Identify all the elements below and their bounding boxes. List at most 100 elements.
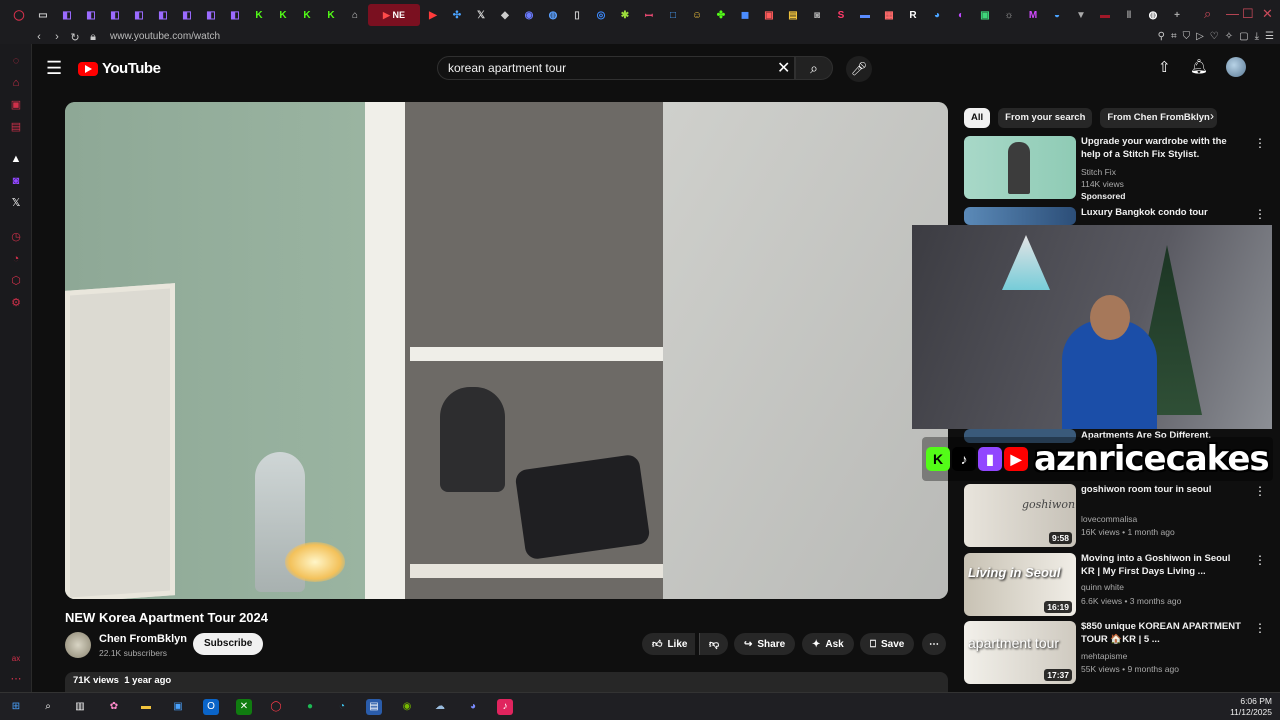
tab-favicon[interactable]: ◙ [806, 4, 828, 26]
tab-favicon[interactable]: ◧ [56, 4, 78, 26]
tab-favicon[interactable]: ◍ [1142, 4, 1164, 26]
tab-favicon[interactable]: ▭ [32, 4, 54, 26]
x-icon[interactable]: 𝕏 [470, 4, 492, 26]
like-button[interactable]: 👍︎ Like [642, 633, 696, 655]
tab-favicon[interactable]: ▣ [974, 4, 996, 26]
sidebar-icon[interactable]: ax [9, 652, 23, 666]
video-thumbnail[interactable] [964, 136, 1076, 199]
tab-favicon[interactable]: ✱ [614, 4, 636, 26]
sidebar-icon[interactable]: ▲ [9, 152, 23, 166]
reload-icon[interactable]: ↻ [66, 31, 84, 44]
tab-favicon[interactable]: ◧ [200, 4, 222, 26]
tab-favicon[interactable]: ◐ [950, 4, 972, 26]
more-vertical-icon[interactable]: ⋮ [1254, 553, 1266, 567]
tab-favicon[interactable]: ◧ [152, 4, 174, 26]
save-button[interactable]: ⎕ Save [860, 633, 915, 655]
ask-button[interactable]: ✦ Ask [802, 633, 854, 655]
tab-favicon[interactable]: ✤ [710, 4, 732, 26]
close-window-icon[interactable]: ✕ [1262, 6, 1273, 22]
tab-favicon[interactable]: M [1022, 4, 1044, 26]
extensions-icon[interactable]: ✧ [1225, 30, 1233, 44]
maximize-icon[interactable]: ☐ [1242, 6, 1254, 22]
youtube-logo[interactable]: YouTube [78, 60, 161, 77]
tab-favicon[interactable]: K [248, 4, 270, 26]
copilot-icon[interactable]: ✿ [106, 699, 122, 715]
list-item[interactable]: apartment tour 17:37 $850 unique KOREAN … [964, 621, 1266, 685]
back-icon[interactable]: ‹ [30, 31, 48, 43]
more-vertical-icon[interactable]: ⋮ [1254, 484, 1266, 498]
chip-from-search[interactable]: From your search [998, 108, 1093, 128]
pin-icon[interactable]: ⚲ [1158, 30, 1165, 44]
x-icon[interactable]: 𝕏 [9, 196, 23, 210]
tab-favicon[interactable]: ◧ [104, 4, 126, 26]
account-avatar[interactable] [1226, 57, 1246, 77]
discord-icon[interactable]: ◕ [465, 699, 481, 715]
tab-favicon[interactable]: ◧ [224, 4, 246, 26]
windows-start-icon[interactable]: ⊞ [8, 699, 24, 715]
list-item[interactable]: Living in Seoul 16:19 Moving into a Gosh… [964, 553, 1266, 617]
settings-icon[interactable]: ⚙ [9, 296, 23, 310]
app-icon[interactable]: ☁ [432, 699, 448, 715]
tab-favicon[interactable]: ✣ [446, 4, 468, 26]
menu-icon[interactable]: ☰ [1265, 30, 1274, 44]
tab-favicon[interactable]: ▯ [566, 4, 588, 26]
more-vertical-icon[interactable]: ⋮ [1254, 207, 1266, 221]
tab-favicon[interactable]: ◕ [926, 4, 948, 26]
play-icon[interactable]: ▷ [1196, 30, 1204, 44]
sidebar-icon[interactable]: ◷ [9, 230, 23, 244]
tab-favicon[interactable]: ◧ [176, 4, 198, 26]
tab-favicon[interactable]: K [272, 4, 294, 26]
outlook-icon[interactable]: O [203, 699, 219, 715]
url-field[interactable]: www.youtube.com/watch [110, 30, 220, 44]
edge-icon[interactable]: ◔ [334, 699, 350, 715]
tab-favicon[interactable]: ▣ [758, 4, 780, 26]
store-icon[interactable]: ▣ [170, 699, 186, 715]
chevron-right-icon[interactable]: › [1210, 109, 1214, 123]
sidebar-icon[interactable]: ⌂ [9, 76, 23, 90]
app-icon[interactable]: ▤ [366, 699, 382, 715]
description-box[interactable]: 71K views 1 year ago [65, 672, 948, 692]
tab-favicon[interactable]: ▬ [854, 4, 876, 26]
more-actions-button[interactable]: ⋯ [922, 633, 946, 655]
video-thumbnail[interactable] [964, 207, 1076, 225]
opera-icon[interactable]: ◯ [268, 699, 284, 715]
tab-favicon[interactable]: ◒ [1046, 4, 1068, 26]
sidebar-icon[interactable]: ◌ [9, 54, 23, 68]
task-view-icon[interactable]: ▥ [72, 699, 88, 715]
tab-favicon[interactable]: ◧ [128, 4, 150, 26]
tab-favicon[interactable]: □ [662, 4, 684, 26]
tab-favicon[interactable]: S [830, 4, 852, 26]
opera-menu-icon[interactable]: ◯ [8, 4, 30, 26]
video-title[interactable]: Moving into a Goshiwon in Seoul KR | My … [1081, 553, 1241, 578]
search-tabs-icon[interactable]: ⌕ [1204, 6, 1211, 22]
tab-favicon[interactable]: ◧ [80, 4, 102, 26]
sidebar-icon[interactable]: ▣ [9, 98, 23, 112]
video-title[interactable]: Luxury Bangkok condo tour [1081, 207, 1241, 220]
tab-favicon[interactable]: ◎ [590, 4, 612, 26]
list-item[interactable]: Upgrade your wardrobe with the help of a… [964, 136, 1266, 201]
tab-favicon[interactable]: ◆ [494, 4, 516, 26]
notifications-bell-icon[interactable]: 🔔︎ [1190, 58, 1208, 75]
sidebar-icon[interactable]: ▤ [9, 120, 23, 134]
xbox-icon[interactable]: ✕ [236, 699, 252, 715]
video-thumbnail[interactable]: goshiwon 9:58 [964, 484, 1076, 547]
upload-icon[interactable]: ⇧ [1158, 58, 1171, 76]
tab-favicon[interactable]: ⌂ [344, 4, 366, 26]
history-icon[interactable]: ◔ [9, 252, 23, 266]
search-button[interactable]: ⌕ [795, 56, 833, 80]
tab-favicon[interactable]: K [320, 4, 342, 26]
tab-favicon[interactable]: ☺ [686, 4, 708, 26]
tab-favicon[interactable]: ꟷ [638, 4, 660, 26]
tiktok-icon[interactable]: ♪ [497, 699, 513, 715]
tab-favicon[interactable]: ▬ [1094, 4, 1116, 26]
video-player[interactable] [65, 102, 948, 599]
share-button[interactable]: ↪ Share [734, 633, 796, 655]
video-title[interactable]: Upgrade your wardrobe with the help of a… [1081, 136, 1241, 161]
channel-name[interactable]: Chen FromBklyn [99, 633, 187, 645]
forward-icon[interactable]: › [48, 31, 66, 43]
shield-icon[interactable]: ⛉ [1183, 30, 1191, 44]
tab-favicon[interactable]: K [296, 4, 318, 26]
search-icon[interactable]: ⌕ [40, 699, 56, 715]
twitch-icon[interactable]: ◙ [9, 174, 23, 188]
chip-from-channel[interactable]: From Chen FromBklyn [1100, 108, 1217, 128]
